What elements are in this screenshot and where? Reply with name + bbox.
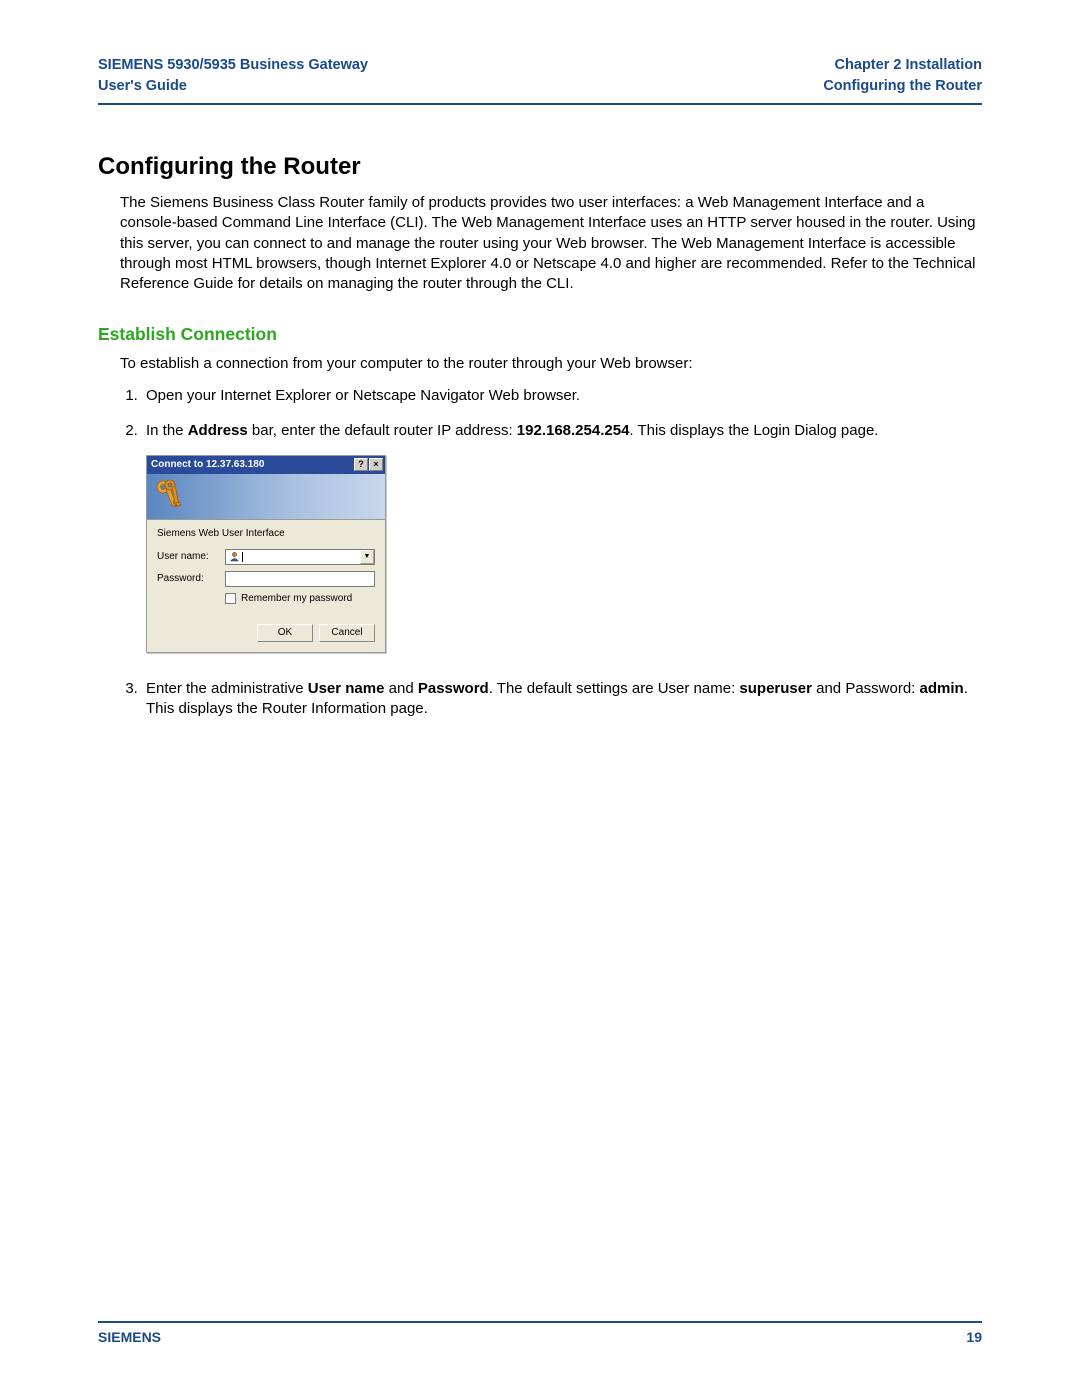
footer-brand: SIEMENS <box>98 1329 161 1345</box>
user-icon <box>229 551 240 562</box>
titlebar-buttons: ? × <box>353 458 383 471</box>
username-row: User name: ▼ <box>157 549 375 565</box>
step-1: Open your Internet Explorer or Netscape … <box>142 386 982 406</box>
doc-title: SIEMENS 5930/5935 Business Gateway <box>98 57 368 73</box>
close-button[interactable]: × <box>369 458 383 471</box>
username-dropdown-button[interactable]: ▼ <box>360 550 374 564</box>
dialog-title: Connect to 12.37.63.180 <box>151 459 264 470</box>
step-3-bold-username: User name <box>308 680 385 697</box>
subsection-intro: To establish a connection from your comp… <box>120 355 982 372</box>
step-2-bold-ip: 192.168.254.254 <box>517 422 630 439</box>
username-label: User name: <box>157 551 225 562</box>
page-header: SIEMENS 5930/5935 Business Gateway User'… <box>98 55 982 105</box>
steps-list-continued: Enter the administrative User name and P… <box>120 679 982 720</box>
login-dialog-figure: Connect to 12.37.63.180 ? × <box>146 455 982 653</box>
chapter-section: Configuring the Router <box>823 78 982 94</box>
dialog-titlebar: Connect to 12.37.63.180 ? × <box>147 456 385 474</box>
help-button[interactable]: ? <box>354 458 368 471</box>
intro-paragraph: The Siemens Business Class Router family… <box>120 193 982 294</box>
subsection-heading: Establish Connection <box>98 324 982 345</box>
dialog-buttons: OK Cancel <box>157 624 375 642</box>
password-input[interactable] <box>225 571 375 587</box>
remember-row: Remember my password <box>225 593 375 604</box>
doc-subtitle: User's Guide <box>98 78 187 94</box>
footer-page-number: 19 <box>966 1329 982 1345</box>
steps-list: Open your Internet Explorer or Netscape … <box>120 386 982 441</box>
remember-label: Remember my password <box>241 593 352 604</box>
cancel-button[interactable]: Cancel <box>319 624 375 642</box>
header-right: Chapter 2 Installation Configuring the R… <box>823 55 982 96</box>
step-3-bold-superuser: superuser <box>739 680 812 697</box>
step-2: In the Address bar, enter the default ro… <box>142 421 982 441</box>
dialog-body: Siemens Web User Interface User name: ▼ … <box>147 520 385 652</box>
step-2-post: . This displays the Login Dialog page. <box>629 422 878 439</box>
password-row: Password: <box>157 571 375 587</box>
remember-checkbox[interactable] <box>225 593 236 604</box>
step-3: Enter the administrative User name and P… <box>142 679 982 720</box>
step-3-mid3: and Password: <box>812 680 920 697</box>
step-3-pre: Enter the administrative <box>146 680 308 697</box>
page-footer: SIEMENS 19 <box>98 1321 982 1345</box>
keys-icon <box>153 477 189 517</box>
step-1-text: Open your Internet Explorer or Netscape … <box>146 387 580 404</box>
step-2-bold-address: Address <box>188 422 248 439</box>
login-dialog: Connect to 12.37.63.180 ? × <box>146 455 386 653</box>
header-left: SIEMENS 5930/5935 Business Gateway User'… <box>98 55 368 96</box>
section-heading: Configuring the Router <box>98 153 982 181</box>
text-cursor <box>242 552 243 562</box>
username-input[interactable]: ▼ <box>225 549 375 565</box>
realm-label: Siemens Web User Interface <box>157 528 375 539</box>
step-2-pre: In the <box>146 422 188 439</box>
step-2-mid: bar, enter the default router IP address… <box>248 422 517 439</box>
ok-button[interactable]: OK <box>257 624 313 642</box>
password-label: Password: <box>157 573 225 584</box>
step-3-mid1: and <box>384 680 417 697</box>
step-3-mid2: . The default settings are User name: <box>489 680 740 697</box>
step-3-bold-admin: admin <box>920 680 964 697</box>
dialog-banner <box>147 474 385 520</box>
chapter-title: Chapter 2 Installation <box>835 57 982 73</box>
step-3-bold-password: Password <box>418 680 489 697</box>
